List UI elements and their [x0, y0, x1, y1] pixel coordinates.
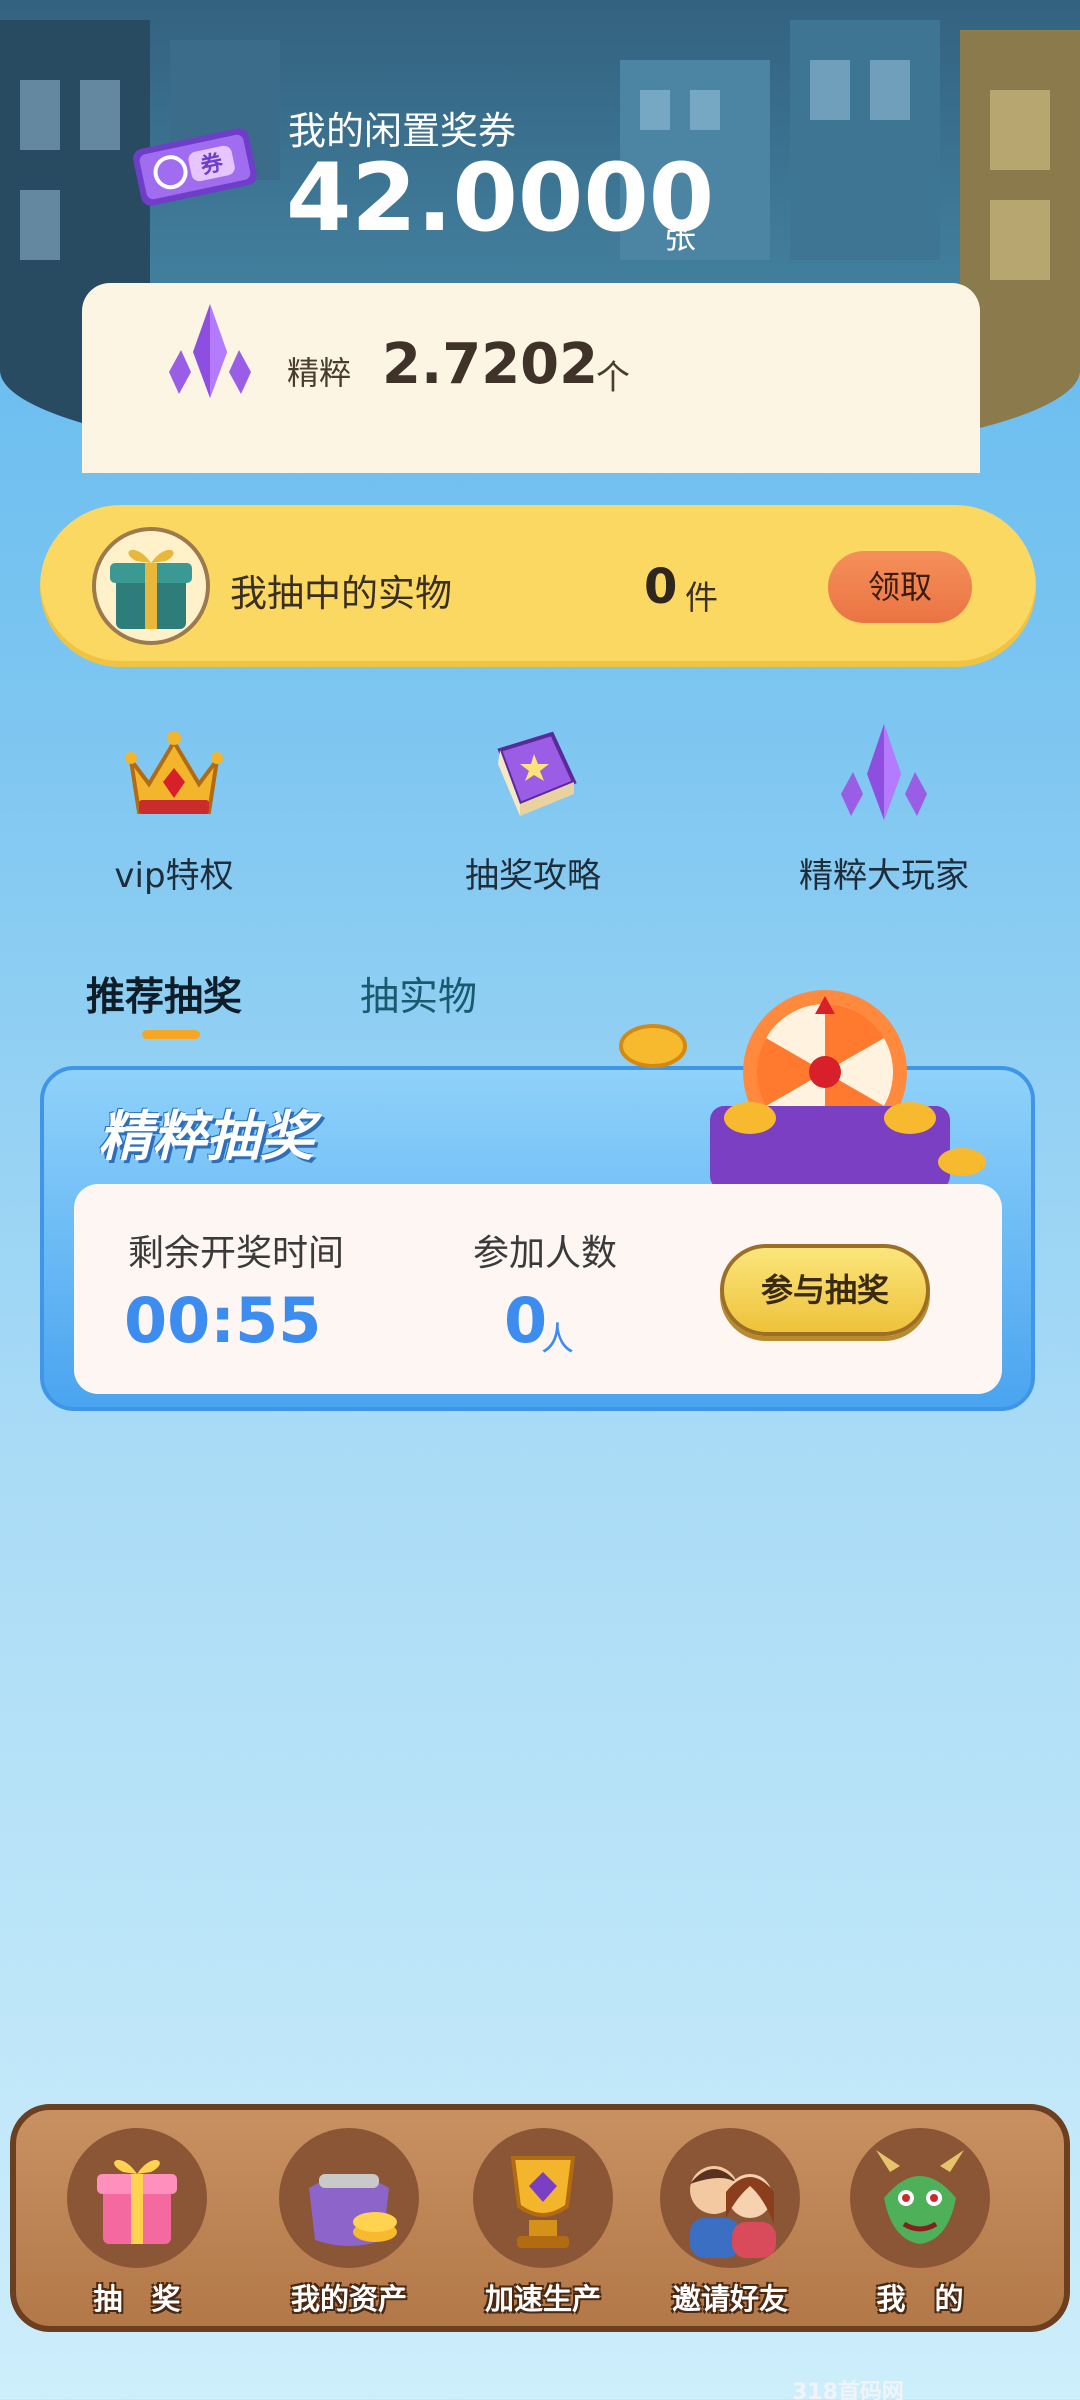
essence-unit: 个	[596, 358, 630, 398]
join-lottery-button[interactable]: 参与抽奖	[720, 1244, 930, 1336]
crown-icon	[125, 731, 223, 814]
building	[790, 20, 940, 260]
dragon-icon	[850, 2128, 990, 2268]
active-tab-indicator	[142, 1030, 200, 1039]
nav-item-my-assets[interactable]: 我的资产	[259, 2128, 439, 2328]
shortcut-label: 抽奖攻略	[465, 856, 601, 896]
gift-box-icon	[92, 527, 210, 645]
remaining-time-value: 00:55	[124, 1284, 322, 1357]
physical-prize-count: 0	[644, 559, 678, 615]
shortcut-vip[interactable]: vip特权	[54, 720, 294, 900]
physical-prize-bar: 我抽中的实物 0 件 领取	[40, 505, 1036, 667]
nav-label: 加速生产	[484, 2282, 601, 2316]
nav-label: 我的资产	[290, 2282, 407, 2316]
ticket-icon: 券	[133, 128, 257, 206]
shortcut-essence-player[interactable]: 精粹大玩家	[764, 720, 1004, 900]
trophy-icon	[473, 2128, 613, 2268]
shortcut-label: 精粹大玩家	[799, 856, 969, 896]
crystal-icon	[169, 304, 251, 398]
nav-item-profile[interactable]: 我 的	[830, 2128, 1010, 2328]
prize-wheel-icon	[619, 990, 986, 1190]
friends-icon	[660, 2128, 800, 2268]
physical-prize-label: 我抽中的实物	[230, 572, 452, 615]
tab-recommended-lottery[interactable]: 推荐抽奖	[86, 966, 242, 1022]
crystal-icon	[841, 724, 927, 820]
ticket-value: 42.0000	[286, 144, 715, 253]
remaining-time-label: 剩余开奖时间	[128, 1233, 345, 1274]
gift-icon	[67, 2128, 207, 2268]
claim-button[interactable]: 领取	[828, 551, 972, 623]
essence-label: 精粹	[287, 354, 352, 392]
lottery-title: 精粹抽奖	[98, 1105, 314, 1168]
shortcut-label: vip特权	[114, 856, 234, 896]
physical-prize-unit: 件	[685, 578, 718, 617]
nav-label: 抽 奖	[93, 2282, 181, 2316]
ticket-unit: 张	[664, 218, 697, 256]
site-watermark: 318首码网 www.e318.com	[792, 2380, 904, 2400]
nav-label: 邀请好友	[671, 2282, 788, 2316]
nav-item-invite-friends[interactable]: 邀请好友	[640, 2128, 820, 2328]
essence-value: 2.7202	[382, 332, 599, 397]
tab-physical-lottery[interactable]: 抽实物	[360, 966, 477, 1022]
book-icon	[497, 731, 577, 816]
nav-item-lottery[interactable]: 抽 奖	[47, 2128, 227, 2328]
purse-icon	[279, 2128, 419, 2268]
participants-label: 参加人数	[473, 1233, 618, 1274]
shortcut-guide[interactable]: 抽奖攻略	[413, 720, 653, 900]
nav-label: 我 的	[876, 2282, 964, 2316]
participants-unit: 人	[541, 1319, 574, 1358]
nav-item-speed-up[interactable]: 加速生产	[453, 2128, 633, 2328]
